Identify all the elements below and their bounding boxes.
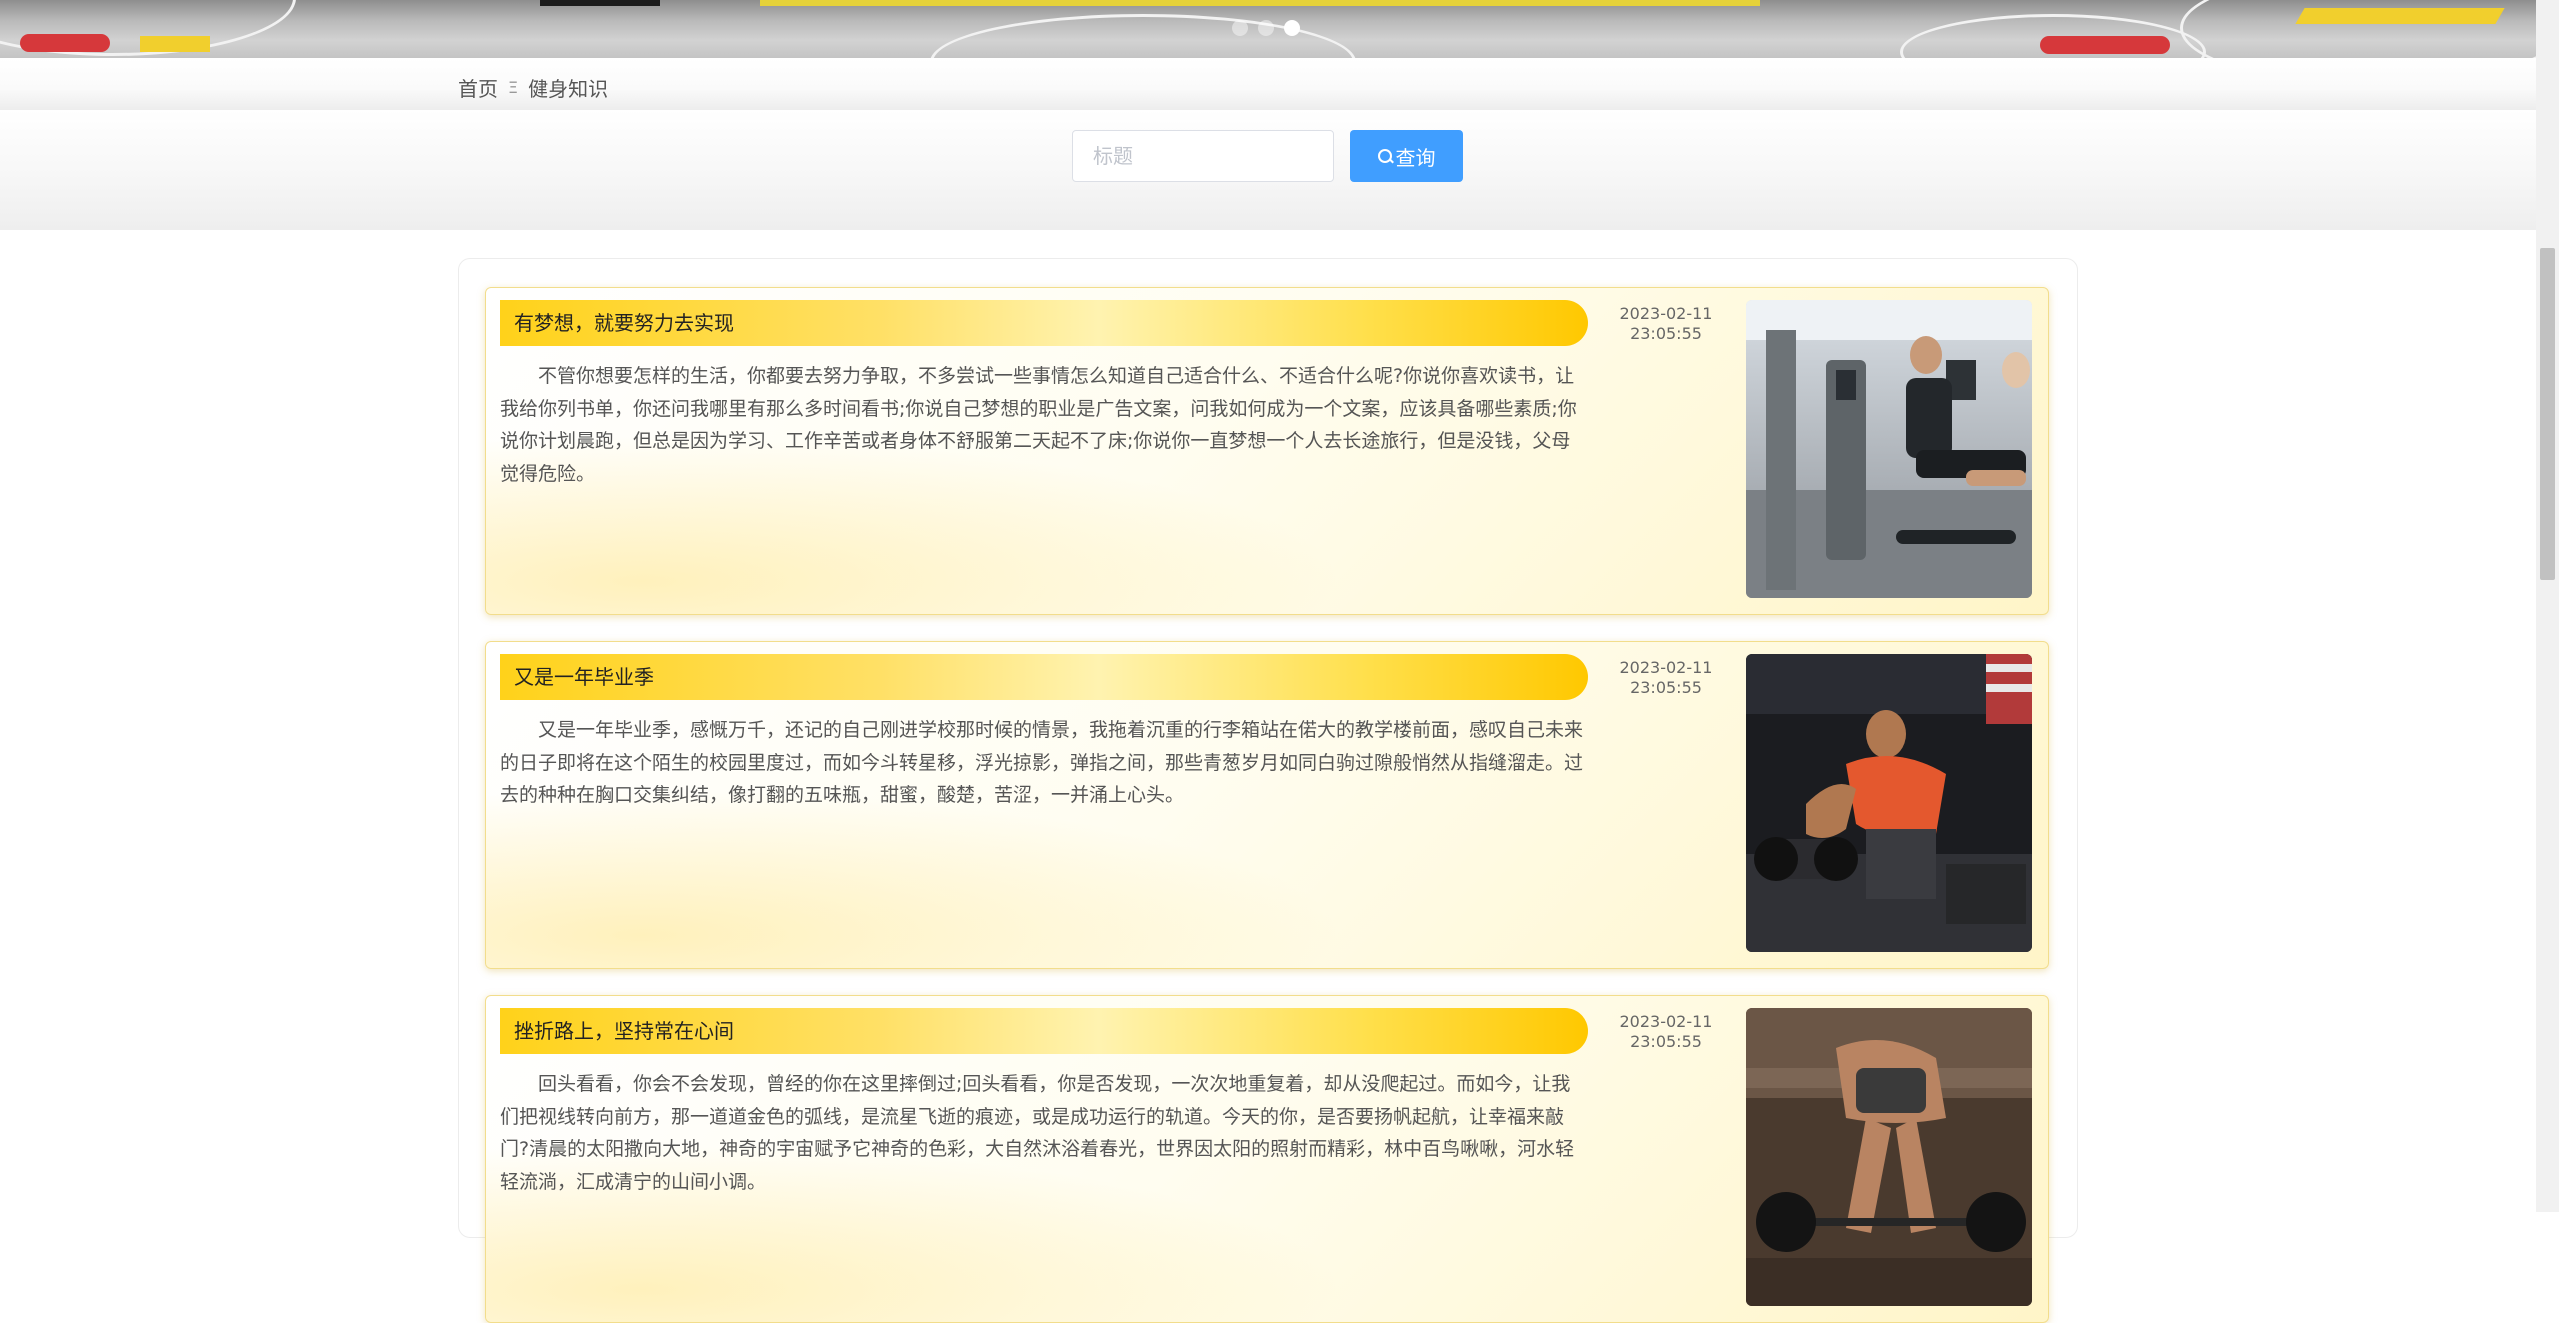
- article-card[interactable]: 又是一年毕业季 2023-02-11 23:05:55 又是一年毕业季，感慨万千…: [485, 641, 2049, 969]
- article-title[interactable]: 有梦想，就要努力去实现: [500, 300, 1588, 346]
- carousel-dot[interactable]: [1258, 20, 1274, 36]
- article-date: 2023-02-11 23:05:55: [1606, 304, 1726, 344]
- search-icon: [1377, 149, 1392, 163]
- article-date: 2023-02-11 23:05:55: [1606, 658, 1726, 698]
- scrollbar-thumb[interactable]: [2540, 248, 2555, 580]
- breadcrumb-bar: 首页 Ξ 健身知识: [0, 58, 2536, 111]
- article-title[interactable]: 挫折路上，坚持常在心间: [500, 1008, 1588, 1054]
- article-image-deadlift[interactable]: [1746, 1008, 2032, 1306]
- banner-decor: [20, 34, 110, 52]
- breadcrumb-home-link[interactable]: 首页: [458, 73, 498, 102]
- banner-decor: [2295, 8, 2505, 24]
- article-date-time: 23:05:55: [1630, 1032, 1702, 1051]
- search-area: 查询: [0, 110, 2536, 230]
- banner-decor: [140, 36, 210, 52]
- article-card[interactable]: 挫折路上，坚持常在心间 2023-02-11 23:05:55 回头看看，你会不…: [485, 995, 2049, 1323]
- article-date-day: 2023-02-11: [1619, 304, 1713, 323]
- search-button[interactable]: 查询: [1350, 130, 1463, 182]
- article-date-time: 23:05:55: [1630, 324, 1702, 343]
- article-image-dumbbell-row[interactable]: [1746, 654, 2032, 952]
- search-button-label: 查询: [1395, 145, 1436, 170]
- breadcrumb-separator: Ξ: [508, 78, 519, 97]
- banner-decor: [760, 0, 1760, 6]
- banner-decor: [540, 0, 660, 6]
- article-title[interactable]: 又是一年毕业季: [500, 654, 1588, 700]
- article-image-gym-cardio[interactable]: [1746, 300, 2032, 598]
- article-card[interactable]: 有梦想，就要努力去实现 2023-02-11 23:05:55 不管你想要怎样的…: [485, 287, 2049, 615]
- article-date: 2023-02-11 23:05:55: [1606, 1012, 1726, 1052]
- article-content: 又是一年毕业季，感慨万千，还记的自己刚进学校那时候的情景，我拖着沉重的行李箱站在…: [500, 719, 1584, 806]
- title-search-input[interactable]: [1072, 130, 1334, 182]
- article-date-day: 2023-02-11: [1619, 658, 1713, 677]
- carousel-indicators: [1232, 20, 1300, 36]
- breadcrumb-current: 健身知识: [528, 77, 609, 101]
- article-content: 不管你想要怎样的生活，你都要去努力争取，不多尝试一些事情怎么知道自己适合什么、不…: [500, 365, 1577, 485]
- article-list: 有梦想，就要努力去实现 2023-02-11 23:05:55 不管你想要怎样的…: [458, 258, 2078, 1323]
- carousel-dot[interactable]: [1232, 20, 1248, 36]
- banner-decor: [2040, 36, 2170, 54]
- breadcrumb: 首页 Ξ 健身知识: [458, 73, 608, 102]
- article-content: 回头看看，你会不会发现，曾经的你在这里摔倒过;回头看看，你是否发现，一次次地重复…: [500, 1073, 1575, 1193]
- article-date-time: 23:05:55: [1630, 678, 1702, 697]
- carousel-banner[interactable]: [0, 0, 2536, 58]
- article-date-day: 2023-02-11: [1619, 1012, 1713, 1031]
- page-scrollbar[interactable]: [2536, 0, 2559, 1212]
- carousel-dot-active[interactable]: [1284, 20, 1300, 36]
